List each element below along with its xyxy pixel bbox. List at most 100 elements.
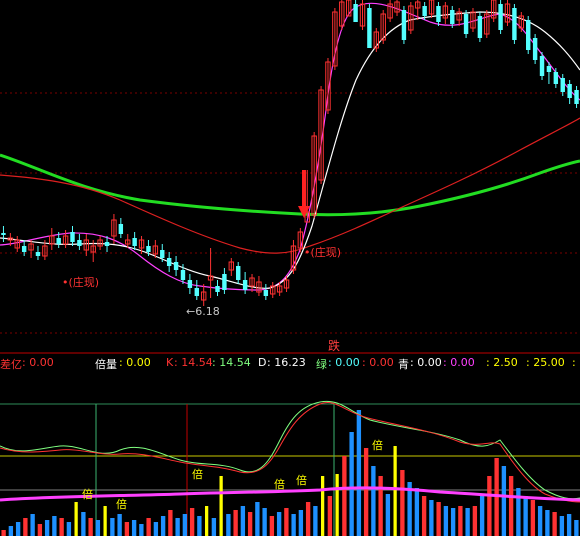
candle-body (160, 250, 165, 258)
candle-body (173, 262, 179, 270)
candle-body (35, 252, 41, 256)
bei-mark: 倍 (372, 438, 383, 452)
volume-bar (458, 506, 463, 536)
candle-body (166, 258, 172, 266)
chayi-value: : 0.00 (22, 356, 54, 369)
volume-bar (443, 506, 449, 536)
candle-body (567, 84, 572, 98)
price-panel[interactable]: ←6.18 •(庄现) •(庄现) (0, 0, 580, 334)
lv-value: : 0.00 (328, 356, 360, 369)
low-price-marker: ←6.18 (186, 305, 220, 318)
candle-body (263, 290, 269, 296)
volume-bar (30, 514, 35, 536)
volume-bar (175, 518, 180, 536)
volume-bar (81, 512, 86, 536)
volume-bar (349, 432, 354, 536)
volume-bar (211, 518, 217, 536)
ma-white-line (0, 11, 580, 289)
volume-bar (204, 506, 209, 536)
volume-bar (291, 514, 296, 536)
lv-value-2: : 0.00 (362, 356, 394, 369)
candle-body (498, 4, 503, 30)
volume-bar (110, 518, 115, 536)
candle-body (353, 4, 358, 22)
zhuangxian-label: •(庄现) (304, 245, 341, 259)
volume-bar (146, 518, 151, 536)
volume-bar (103, 506, 107, 536)
volume-bar (342, 456, 347, 536)
k-value-2: : 14.54 (212, 356, 251, 369)
candle-body (242, 280, 248, 290)
beiliang-label: 倍量 (95, 358, 117, 371)
volume-bar (88, 518, 93, 536)
volume-bar (66, 522, 72, 536)
volume-bar (400, 470, 405, 536)
value-25-00: : 25.00 (526, 356, 565, 369)
volume-bar (247, 512, 253, 536)
volume-bar (313, 506, 318, 536)
candle-body (187, 280, 193, 288)
bei-mark: 倍 (192, 467, 203, 481)
candle-body (532, 38, 538, 60)
volume-bar (335, 474, 339, 536)
volume-bar (262, 508, 267, 536)
volume-bar (356, 410, 362, 536)
volume-bar (566, 514, 572, 536)
volume-bar (153, 522, 159, 536)
volume-bar (371, 466, 376, 536)
candle-body (236, 266, 241, 280)
candle-body (477, 16, 483, 38)
indicator-panel[interactable]: 倍 倍 倍 倍 倍 倍 (0, 400, 580, 536)
candle-body (215, 286, 220, 292)
volume-bar (537, 506, 543, 536)
volume-bar (15, 522, 21, 536)
volume-bar (240, 506, 246, 536)
candle-body (21, 246, 27, 252)
qing-label: 青 (398, 358, 409, 371)
candle-body (450, 10, 455, 24)
candles (1, 0, 579, 306)
ma-magenta-line (0, 2, 580, 291)
volume-bar (226, 514, 231, 536)
chayi-label: 差亿 (0, 358, 22, 371)
volume-bar (327, 496, 333, 536)
candle-body (180, 270, 186, 280)
candle-body (546, 66, 552, 72)
volume-bar (508, 476, 514, 536)
candle-body (526, 20, 531, 50)
k-value: : 14.54 (174, 356, 213, 369)
stock-chart[interactable]: ←6.18 •(庄现) •(庄现) 跌 倍 倍 倍 倍 倍 倍 (0, 0, 580, 536)
indicator-values-row: 差亿 : 0.00 倍量 : 0.00 K : 14.54 : 14.54 D … (0, 356, 580, 371)
volume-bar (429, 500, 434, 536)
zhuangxian-label: •(庄现) (62, 275, 99, 289)
volume-bar (219, 476, 223, 536)
candle-body (560, 78, 565, 92)
volume-bar (52, 516, 57, 536)
value-trailing: : (572, 356, 576, 369)
down-arrow-shaft (302, 170, 306, 208)
volume-bar (501, 466, 507, 536)
candle-body (422, 6, 427, 16)
volume-bar (393, 446, 397, 536)
volume-bar (421, 496, 427, 536)
candle-body (70, 232, 75, 242)
d-label: D (258, 356, 267, 369)
bei-mark: 倍 (116, 497, 127, 511)
volume-bar (516, 488, 521, 536)
bei-mark: 倍 (296, 473, 307, 487)
candle-body (512, 8, 517, 40)
volume-bar (74, 502, 78, 536)
volume-bar (117, 514, 122, 536)
candle-body (553, 72, 559, 84)
volume-bar (233, 510, 238, 536)
volume-bar (465, 508, 470, 536)
candle-body (194, 288, 199, 296)
volume-bar (414, 488, 420, 536)
k-label: K (166, 356, 174, 369)
volume-bar (276, 512, 282, 536)
volume-bar (545, 510, 550, 536)
volume-bar (284, 508, 289, 536)
volume-bar (160, 516, 166, 536)
volume-bar (320, 476, 325, 536)
lv-label: 绿 (316, 358, 327, 371)
